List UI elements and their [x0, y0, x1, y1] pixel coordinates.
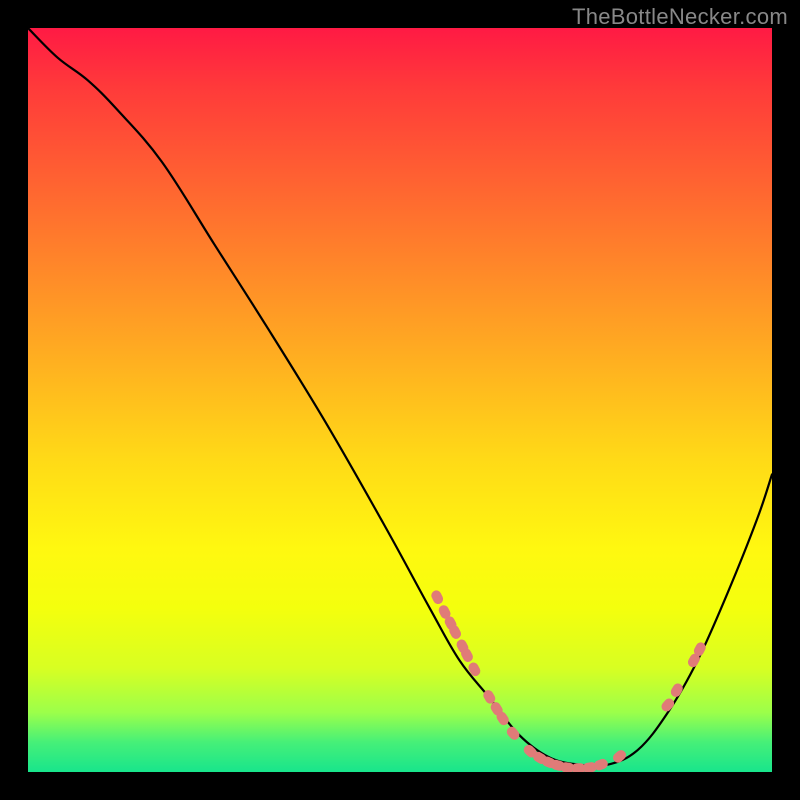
chart-svg — [28, 28, 772, 772]
bottleneck-curve — [28, 28, 772, 766]
curve-markers-group — [430, 589, 708, 772]
curve-marker — [669, 682, 685, 699]
plot-area — [28, 28, 772, 772]
curve-marker — [430, 589, 445, 606]
curve-marker — [659, 696, 676, 713]
curve-marker — [467, 661, 482, 678]
curve-marker — [505, 725, 522, 742]
watermark-text: TheBottleNecker.com — [572, 4, 788, 30]
